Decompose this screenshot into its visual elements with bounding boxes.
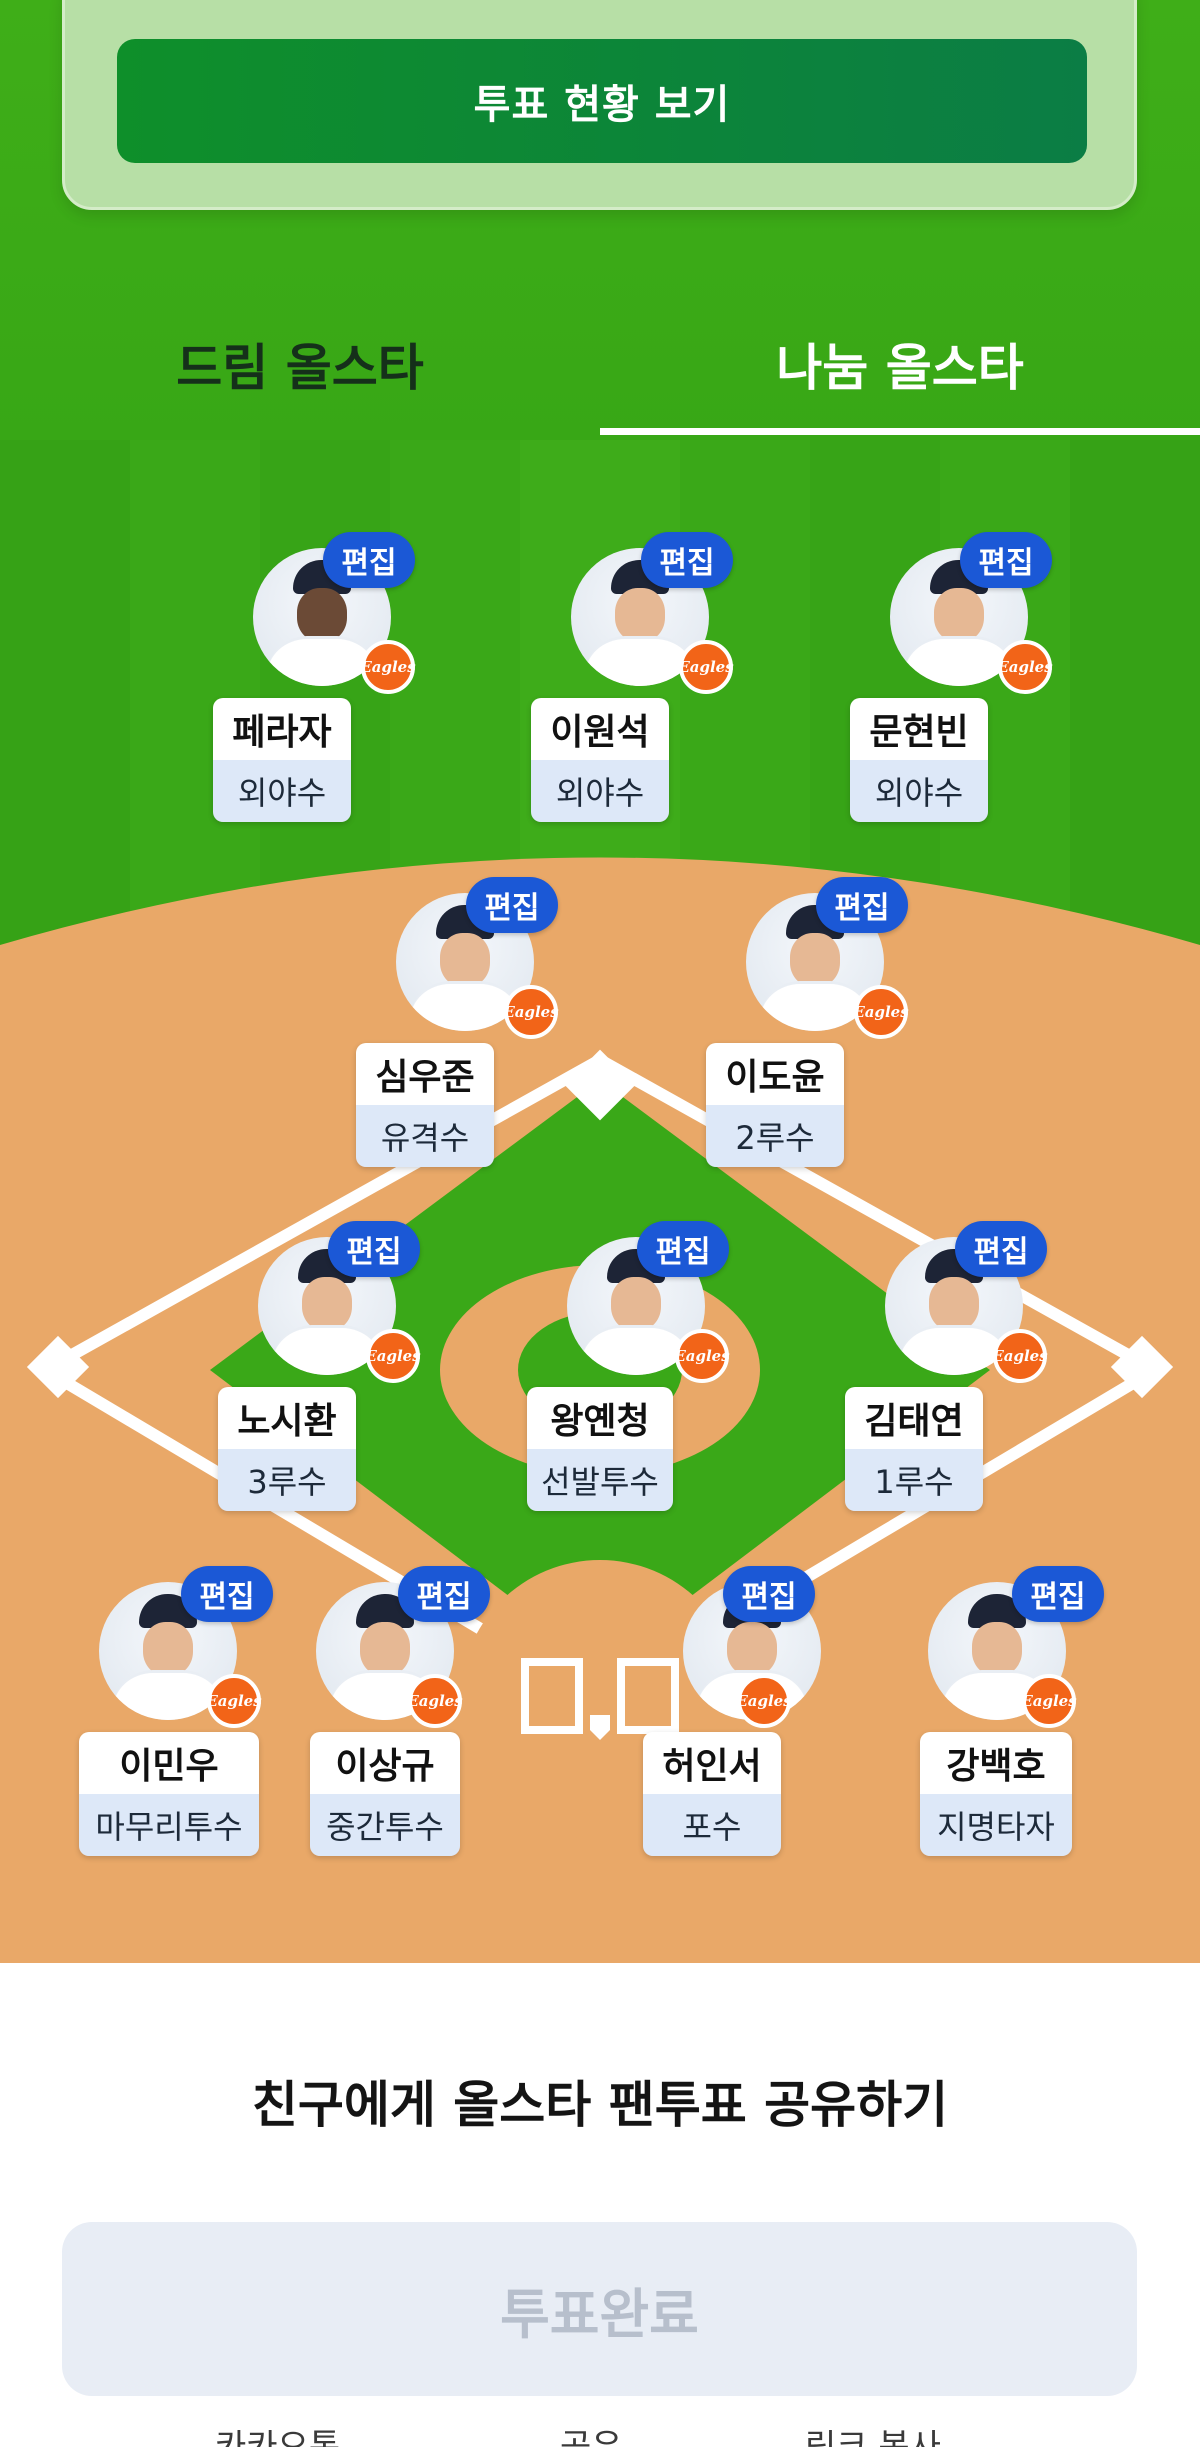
- player-card[interactable]: Eagles 편집 허인서 포수: [643, 1566, 833, 1862]
- share-title: 친구에게 올스타 팬투표 공유하기: [251, 2076, 949, 2134]
- player-name: 김태연: [845, 1387, 983, 1449]
- tab-dream-allstar[interactable]: 드림 올스타: [0, 328, 600, 400]
- copy-link-label[interactable]: 링크 복사: [805, 2430, 941, 2447]
- player-card[interactable]: Eagles 편집 페라자 외야수: [213, 532, 416, 828]
- player-info: 김태연 1루수: [845, 1387, 983, 1511]
- eagles-logo-icon: Eagles: [360, 640, 416, 694]
- edit-button[interactable]: 편집: [398, 1566, 490, 1622]
- player-card[interactable]: Eagles 편집 심우준 유격수: [356, 877, 559, 1173]
- share-options-row: 카카오톡 공유 링크 복사: [0, 2430, 1200, 2447]
- vote-complete-button: 투표완료: [62, 2222, 1137, 2396]
- top-section: 기간 투표 현황 보기 드림 올스타 나눔 올스타: [0, 0, 1200, 440]
- player-position: 포수: [643, 1794, 781, 1856]
- player-info: 강백호 지명타자: [920, 1732, 1072, 1856]
- player-name: 이원석: [531, 698, 669, 760]
- player-info: 이민우 마무리투수: [79, 1732, 259, 1856]
- player-info: 노시환 3루수: [218, 1387, 356, 1511]
- kakaotalk-share-label[interactable]: 카카오톡: [215, 2430, 340, 2447]
- player-card[interactable]: Eagles 편집 이민우 마무리투수: [79, 1566, 273, 1862]
- eagles-logo-icon: Eagles: [678, 640, 734, 694]
- player-name: 이도윤: [706, 1043, 844, 1105]
- edit-button[interactable]: 편집: [723, 1566, 815, 1622]
- player-card[interactable]: Eagles 편집 이도윤 2루수: [706, 877, 909, 1173]
- player-position: 외야수: [850, 760, 988, 822]
- allstar-tabs: 드림 올스타 나눔 올스타: [0, 300, 1200, 440]
- edit-button[interactable]: 편집: [816, 877, 908, 933]
- vote-summary-card: 기간 투표 현황 보기: [62, 0, 1137, 210]
- player-position: 3루수: [218, 1449, 356, 1511]
- eagles-logo-icon: Eagles: [206, 1674, 262, 1728]
- player-position: 마무리투수: [79, 1794, 259, 1856]
- eagles-logo-icon: Eagles: [992, 1329, 1048, 1383]
- edit-button[interactable]: 편집: [323, 532, 415, 588]
- player-info: 이도윤 2루수: [706, 1043, 844, 1167]
- player-info: 이상규 중간투수: [310, 1732, 460, 1856]
- edit-button[interactable]: 편집: [955, 1221, 1047, 1277]
- edit-button[interactable]: 편집: [328, 1221, 420, 1277]
- eagles-logo-icon: Eagles: [853, 985, 909, 1039]
- player-name: 문현빈: [850, 698, 988, 760]
- player-card[interactable]: Eagles 편집 왕옌청 선발투수: [527, 1221, 730, 1517]
- player-name: 심우준: [356, 1043, 494, 1105]
- tab-nanum-allstar[interactable]: 나눔 올스타: [600, 328, 1200, 400]
- vote-status-button[interactable]: 투표 현황 보기: [117, 39, 1087, 163]
- player-info: 이원석 외야수: [531, 698, 669, 822]
- player-position: 외야수: [531, 760, 669, 822]
- player-name: 노시환: [218, 1387, 356, 1449]
- player-position: 지명타자: [920, 1794, 1072, 1856]
- eagles-logo-icon: Eagles: [997, 640, 1053, 694]
- player-info: 왕옌청 선발투수: [527, 1387, 673, 1511]
- player-name: 허인서: [643, 1732, 781, 1794]
- player-name: 페라자: [213, 698, 351, 760]
- eagles-logo-icon: Eagles: [503, 985, 559, 1039]
- player-info: 허인서 포수: [643, 1732, 781, 1856]
- edit-button[interactable]: 편집: [1012, 1566, 1104, 1622]
- eagles-logo-icon: Eagles: [365, 1329, 421, 1383]
- player-card[interactable]: Eagles 편집 강백호 지명타자: [920, 1566, 1110, 1862]
- player-position: 중간투수: [310, 1794, 460, 1856]
- share-label[interactable]: 공유: [560, 2430, 623, 2447]
- player-name: 이민우: [79, 1732, 259, 1794]
- player-position: 2루수: [706, 1105, 844, 1167]
- edit-button[interactable]: 편집: [637, 1221, 729, 1277]
- player-card[interactable]: Eagles 편집 노시환 3루수: [218, 1221, 421, 1517]
- player-name: 왕옌청: [527, 1387, 673, 1449]
- player-position: 외야수: [213, 760, 351, 822]
- player-name: 강백호: [920, 1732, 1072, 1794]
- player-position: 선발투수: [527, 1449, 673, 1511]
- player-info: 문현빈 외야수: [850, 698, 988, 822]
- eagles-logo-icon: Eagles: [1021, 1674, 1077, 1728]
- active-tab-underline: [600, 428, 1200, 435]
- player-name: 이상규: [310, 1732, 460, 1794]
- player-card[interactable]: Eagles 편집 이상규 중간투수: [310, 1566, 500, 1862]
- edit-button[interactable]: 편집: [641, 532, 733, 588]
- edit-button[interactable]: 편집: [181, 1566, 273, 1622]
- eagles-logo-icon: Eagles: [736, 1674, 792, 1728]
- eagles-logo-icon: Eagles: [674, 1329, 730, 1383]
- player-info: 페라자 외야수: [213, 698, 351, 822]
- player-card[interactable]: Eagles 편집 김태연 1루수: [845, 1221, 1048, 1517]
- player-position: 유격수: [356, 1105, 494, 1167]
- edit-button[interactable]: 편집: [960, 532, 1052, 588]
- player-card[interactable]: Eagles 편집 이원석 외야수: [531, 532, 734, 828]
- player-position: 1루수: [845, 1449, 983, 1511]
- eagles-logo-icon: Eagles: [407, 1674, 463, 1728]
- player-card[interactable]: Eagles 편집 문현빈 외야수: [850, 532, 1053, 828]
- edit-button[interactable]: 편집: [466, 877, 558, 933]
- player-info: 심우준 유격수: [356, 1043, 494, 1167]
